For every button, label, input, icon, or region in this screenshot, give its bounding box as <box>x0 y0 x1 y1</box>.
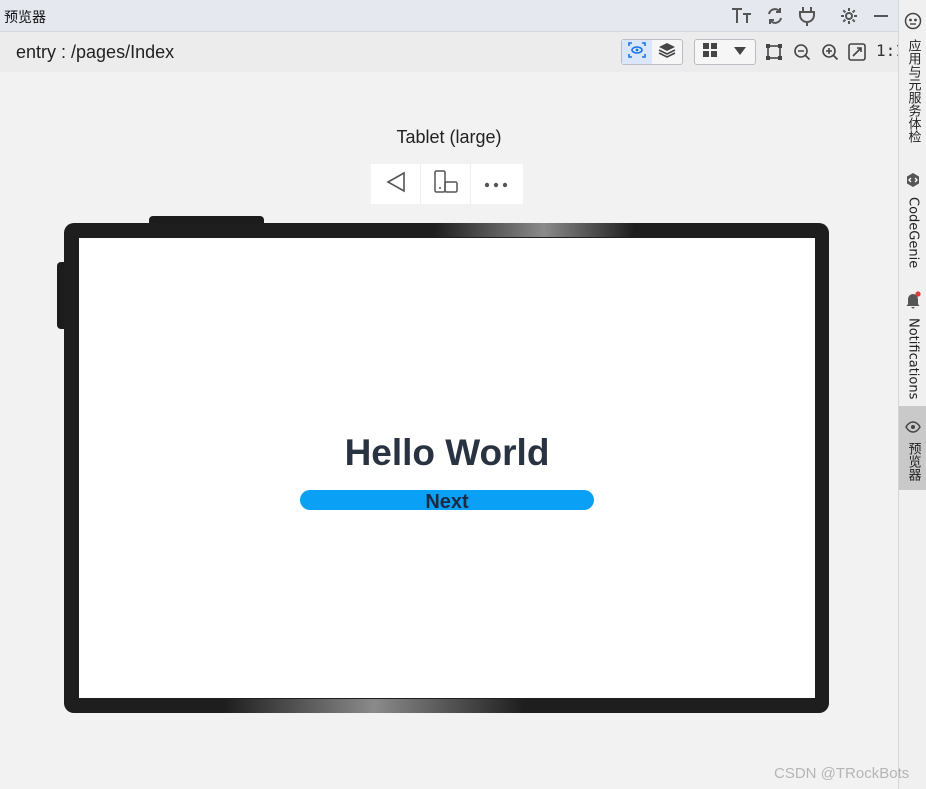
layout-button[interactable] <box>695 40 725 64</box>
page-path: entry : /pages/Index <box>16 42 175 62</box>
bell-icon <box>905 291 921 314</box>
more-dots-icon <box>484 175 508 193</box>
strip-label-previewer: 预览器 <box>905 442 921 481</box>
panel-title: 预览器 <box>4 10 46 26</box>
refresh-icon[interactable] <box>763 4 787 28</box>
layout-dropdown-toggle[interactable] <box>725 40 755 64</box>
app-heading: Hello World <box>344 432 550 473</box>
strip-item-notifications[interactable]: Notifications <box>899 291 926 399</box>
next-button[interactable]: Next <box>300 490 594 510</box>
strip-item-app-check[interactable]: 应用与元服务体检 <box>899 12 926 143</box>
chevron-down-icon <box>733 43 747 61</box>
more-options-button[interactable] <box>471 164 521 204</box>
gear-icon[interactable] <box>837 4 861 28</box>
device-screen: Hello World Next <box>79 238 815 698</box>
eye-icon <box>905 420 921 438</box>
plugin-icon[interactable] <box>795 4 819 28</box>
codegenie-icon <box>905 172 921 193</box>
back-triangle-icon <box>385 171 407 198</box>
strip-label-codegenie: CodeGenie <box>905 197 921 269</box>
layers-button[interactable] <box>652 40 682 64</box>
back-button[interactable] <box>371 164 421 204</box>
tablet-frame: Hello World Next <box>64 223 829 713</box>
layers-icon <box>658 42 676 63</box>
rotate-device-icon <box>433 169 459 199</box>
preview-title-bar: 预览器 <box>0 0 898 32</box>
fit-frame-icon[interactable] <box>763 41 785 63</box>
strip-label-app-check: 应用与元服务体检 <box>905 39 921 143</box>
device-name: Tablet (large) <box>396 127 502 147</box>
zoom-out-icon[interactable] <box>791 41 813 63</box>
rotate-device-button[interactable] <box>421 164 471 204</box>
grid-icon <box>702 42 718 63</box>
minimize-icon[interactable] <box>869 4 893 28</box>
preview-toolbar: entry : /pages/Index <box>0 32 898 72</box>
inspect-eye-icon <box>628 41 646 63</box>
inspector-button[interactable] <box>622 40 652 64</box>
device-toolbar <box>371 164 523 204</box>
zoom-in-icon[interactable] <box>819 41 841 63</box>
right-tool-strip: 应用与元服务体检 CodeGenie Notifications 预览器 <box>898 0 926 789</box>
strip-label-notifications: Notifications <box>905 318 921 400</box>
strip-item-previewer[interactable]: 预览器 <box>899 406 926 490</box>
layout-dropdown[interactable] <box>694 39 756 65</box>
font-size-icon[interactable] <box>730 4 754 28</box>
inspect-toggle-group <box>621 39 683 65</box>
watermark: CSDN @TRockBots <box>774 765 910 782</box>
robot-icon <box>904 12 922 35</box>
actual-size-icon[interactable] <box>846 41 868 63</box>
strip-item-codegenie[interactable]: CodeGenie <box>899 172 926 268</box>
